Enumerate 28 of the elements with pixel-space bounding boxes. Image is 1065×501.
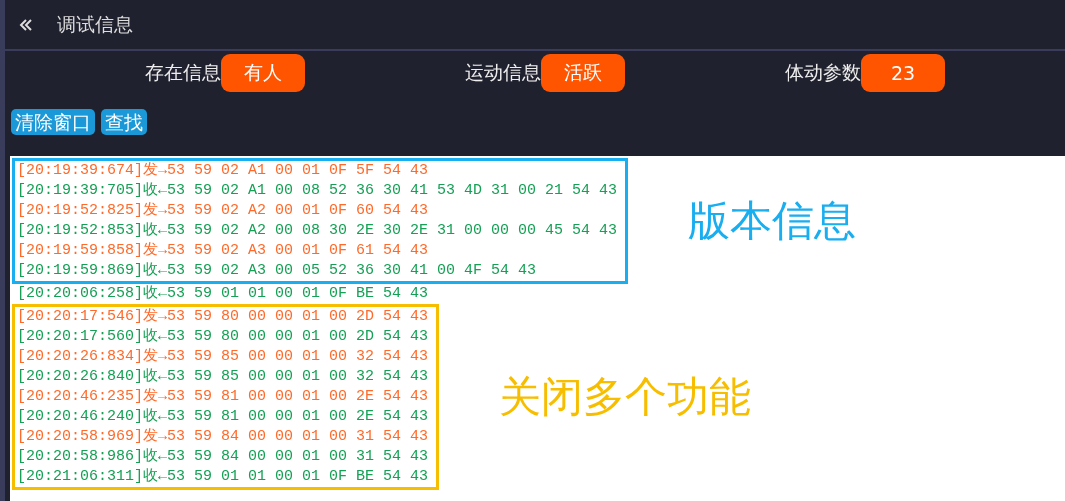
log-line: [20:19:59:858]发→53 59 02 A3 00 01 0F 61 54 43 [17,241,430,261]
status-value: 活跃 [541,54,625,92]
status-value: 23 [861,54,945,92]
log-line: [20:20:17:560]收←53 59 80 00 00 01 00 2D 54 43 [17,327,429,347]
status-label: 运动信息 [465,60,541,85]
page-title: 调试信息 [57,11,133,37]
log-line: [20:21:06:311]收←53 59 01 01 00 01 0F BE 54 43 [17,467,429,487]
log-line: [20:20:26:834]发→53 59 85 00 00 01 00 32 54 43 [17,347,429,367]
log-line: [20:19:39:674]发→53 59 02 A1 00 01 0F 5F 54 43 [17,161,430,181]
log-line: [20:19:52:853]收←53 59 02 A2 00 08 30 2E 30 2E 31 00 00 00 45 54 43 [17,221,618,241]
log-line: [20:19:59:869]收←53 59 02 A3 00 05 52 36 30 41 00 4F 54 43 [17,261,538,281]
log-line: [20:19:39:705]收←53 59 02 A1 00 08 52 36 30 41 53 4D 31 00 21 54 43 [17,181,618,201]
log-line: [20:20:26:840]收←53 59 85 00 00 01 00 32 54 43 [17,367,429,387]
log-line: [20:20:17:546]发→53 59 80 00 00 01 00 2D 54 43 [17,307,429,327]
log-line: [20:19:52:825]发→53 59 02 A2 00 01 0F 60 54 43 [17,201,430,221]
annotation-text: 版本信息 [688,195,857,247]
status-label: 体动参数 [785,60,861,85]
log-line: [20:20:46:235]发→53 59 81 00 00 01 00 2E 54 43 [17,387,429,407]
annotation-text: 关闭多个功能 [499,371,752,423]
log-line: [20:20:46:240]收←53 59 81 00 00 01 00 2E 54 43 [17,407,429,427]
log-line: [20:20:06:258]收←53 59 01 01 00 01 0F BE 54 43 [16,284,430,304]
status-label: 存在信息 [145,60,221,85]
status-value: 有人 [221,54,305,92]
toolbar-button[interactable]: 查找 [101,109,147,135]
back-icon[interactable] [19,17,33,32]
log-line: [20:20:58:969]发→53 59 84 00 00 01 00 31 54 43 [17,427,429,447]
toolbar-button[interactable]: 清除窗口 [11,109,95,135]
log-line: [20:20:58:986]收←53 59 84 00 00 01 00 31 54 43 [17,447,429,467]
